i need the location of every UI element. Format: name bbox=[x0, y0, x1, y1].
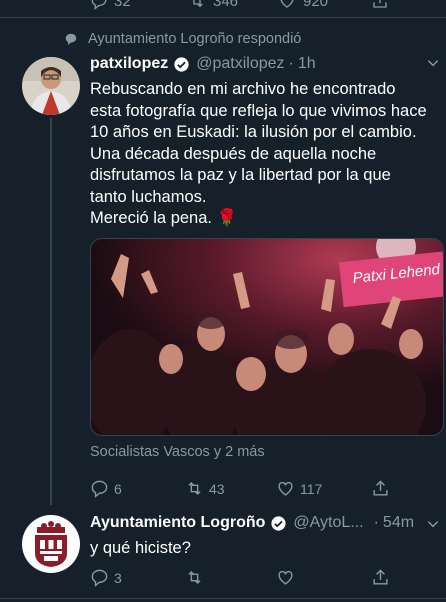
tweet1-handle[interactable]: @patxilopez bbox=[196, 55, 284, 73]
share-icon bbox=[373, 569, 388, 585]
tweet1-text: Rebuscando en mi archivo he encontrado e… bbox=[90, 79, 440, 230]
verified-icon bbox=[174, 56, 189, 72]
chevron-down-icon[interactable] bbox=[426, 517, 440, 531]
avatar-ayuntamiento-logrono[interactable] bbox=[22, 515, 80, 573]
tweet1-time[interactable]: 1h bbox=[298, 55, 316, 73]
previous-like-count: 920 bbox=[303, 0, 329, 10]
tweet1-line: Rebuscando en mi archivo he encontrado bbox=[90, 80, 396, 98]
tweet2-reply-action[interactable]: 3 bbox=[90, 568, 122, 587]
retweet-icon bbox=[193, 0, 203, 8]
share-icon bbox=[373, 0, 387, 8]
tweet2-share-action[interactable] bbox=[371, 568, 390, 587]
tweet1-share-action[interactable] bbox=[371, 479, 390, 498]
tweet1-line: 10 años en Euskadi: la ilusión por el ca… bbox=[90, 123, 417, 141]
tweet2-reply-count: 3 bbox=[114, 569, 122, 586]
reply-icon bbox=[91, 0, 107, 10]
previous-retweet-count: 346 bbox=[213, 0, 239, 10]
previous-reply-action[interactable]: 32 bbox=[90, 0, 131, 10]
tweet1-reply-action[interactable]: 6 bbox=[90, 479, 122, 498]
tweet1-line: Mereció la pena. bbox=[90, 209, 212, 227]
tweet1-retweet-count: 43 bbox=[209, 480, 225, 497]
verified-icon bbox=[271, 515, 286, 531]
tagged-users[interactable]: Socialistas Vascos y 2 más bbox=[90, 444, 265, 460]
chevron-down-icon[interactable] bbox=[426, 56, 440, 70]
retweet-icon bbox=[188, 570, 201, 585]
tweet1-actions: 6 43 117 bbox=[90, 479, 390, 501]
thread-line bbox=[50, 118, 52, 505]
heart-icon bbox=[280, 0, 294, 8]
reply-icon bbox=[91, 480, 108, 498]
tweet2-time[interactable]: 54m bbox=[383, 514, 414, 532]
tweet2-handle[interactable]: @AytoL... bbox=[293, 514, 363, 532]
share-icon bbox=[373, 480, 388, 496]
tweet1-like-count: 117 bbox=[300, 480, 323, 497]
speech-bubble-icon bbox=[65, 33, 77, 45]
avatar-photo bbox=[22, 57, 80, 115]
rose-emoji: 🌹 bbox=[216, 209, 238, 227]
previous-tweet-actions: 32 346 920 bbox=[90, 0, 390, 10]
tweet1-last-line: Mereció la pena. 🌹 bbox=[90, 208, 440, 230]
tweet2-like-action[interactable] bbox=[276, 568, 300, 587]
previous-like-action[interactable]: 920 bbox=[277, 0, 328, 10]
tweet2-retweet-action[interactable] bbox=[185, 568, 209, 587]
tweet2-line: y qué hiciste? bbox=[90, 539, 191, 557]
tweet1-like-action[interactable]: 117 bbox=[276, 479, 322, 498]
tweet2-dot: · bbox=[373, 514, 379, 531]
tweet2-display-name[interactable]: Ayuntamiento Logroño bbox=[90, 514, 265, 532]
tweet2-actions: 3 bbox=[90, 568, 390, 590]
tweet1-retweet-action[interactable]: 43 bbox=[185, 479, 225, 498]
tweet1-line: tanto luchamos. bbox=[90, 187, 207, 206]
previous-reply-count: 32 bbox=[114, 0, 131, 10]
tweet1-line: Una década después de aquella noche bbox=[90, 144, 377, 163]
tweet2-text: y qué hiciste? bbox=[90, 538, 440, 560]
social-context-text: Ayuntamiento Logroño respondió bbox=[88, 31, 302, 47]
reply-icon bbox=[91, 569, 108, 587]
bottom-divider bbox=[0, 598, 446, 599]
social-context: Ayuntamiento Logroño respondió bbox=[64, 31, 301, 47]
heart-icon bbox=[278, 481, 293, 496]
crowd-photo: Patxi Lehend bbox=[91, 239, 443, 435]
top-divider bbox=[0, 17, 446, 18]
tweet2-header: Ayuntamiento Logroño @AytoL... · 54m bbox=[90, 514, 414, 532]
tweet1-dot: · bbox=[288, 55, 294, 72]
previous-share-action[interactable] bbox=[371, 0, 389, 10]
tweet1-line: disfrutamos la paz y la libertad por la … bbox=[90, 166, 391, 184]
heart-icon bbox=[278, 570, 293, 585]
avatar-patxilopez[interactable] bbox=[22, 57, 80, 115]
tweet1-header: patxilopez @patxilopez · 1h bbox=[90, 55, 316, 73]
retweet-icon bbox=[188, 481, 201, 496]
tweet1-line: esta fotografía que refleja lo que vivim… bbox=[90, 101, 427, 120]
tweet1-photo[interactable]: Patxi Lehend bbox=[90, 238, 444, 436]
previous-retweet-action[interactable]: 346 bbox=[187, 0, 238, 10]
coat-of-arms-logo bbox=[22, 515, 80, 573]
tweet1-reply-count: 6 bbox=[114, 480, 122, 497]
tweet1-display-name[interactable]: patxilopez bbox=[90, 55, 168, 73]
